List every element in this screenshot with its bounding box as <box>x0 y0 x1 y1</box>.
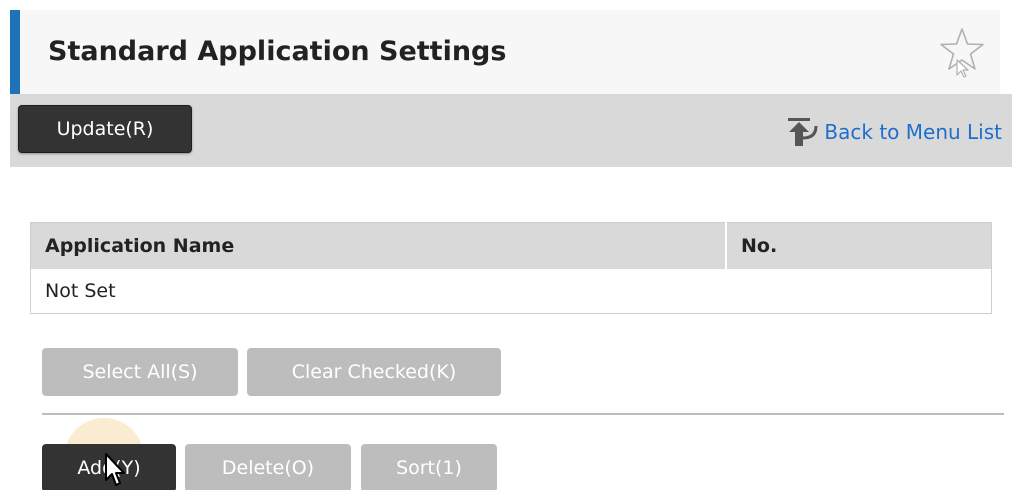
toolbar: Update(R) Back to Menu List <box>10 94 1012 167</box>
add-button[interactable]: Add(Y) <box>42 444 176 490</box>
update-button[interactable]: Update(R) <box>18 105 192 153</box>
page-title: Standard Application Settings <box>48 36 507 67</box>
select-all-button[interactable]: Select All(S) <box>42 348 238 396</box>
back-arrow-icon <box>788 118 818 146</box>
column-header-application-name: Application Name <box>30 222 727 269</box>
cell-no <box>726 269 992 314</box>
delete-button[interactable]: Delete(O) <box>185 444 351 490</box>
table-header-row: Application Name No. <box>30 222 992 269</box>
sort-button[interactable]: Sort(1) <box>361 444 497 490</box>
star-outline-icon[interactable] <box>940 26 984 78</box>
back-link-label: Back to Menu List <box>824 120 1002 144</box>
table-row[interactable]: Not Set <box>30 269 992 314</box>
back-to-menu-link[interactable]: Back to Menu List <box>786 116 1002 148</box>
divider <box>42 413 1004 415</box>
page-header: Standard Application Settings <box>10 10 1000 94</box>
application-table: Application Name No. Not Set <box>30 222 992 314</box>
page: Standard Application Settings Update(R) … <box>0 0 1012 490</box>
column-header-no: No. <box>726 222 992 269</box>
cell-application-name: Not Set <box>30 269 726 314</box>
clear-checked-button[interactable]: Clear Checked(K) <box>247 348 501 396</box>
